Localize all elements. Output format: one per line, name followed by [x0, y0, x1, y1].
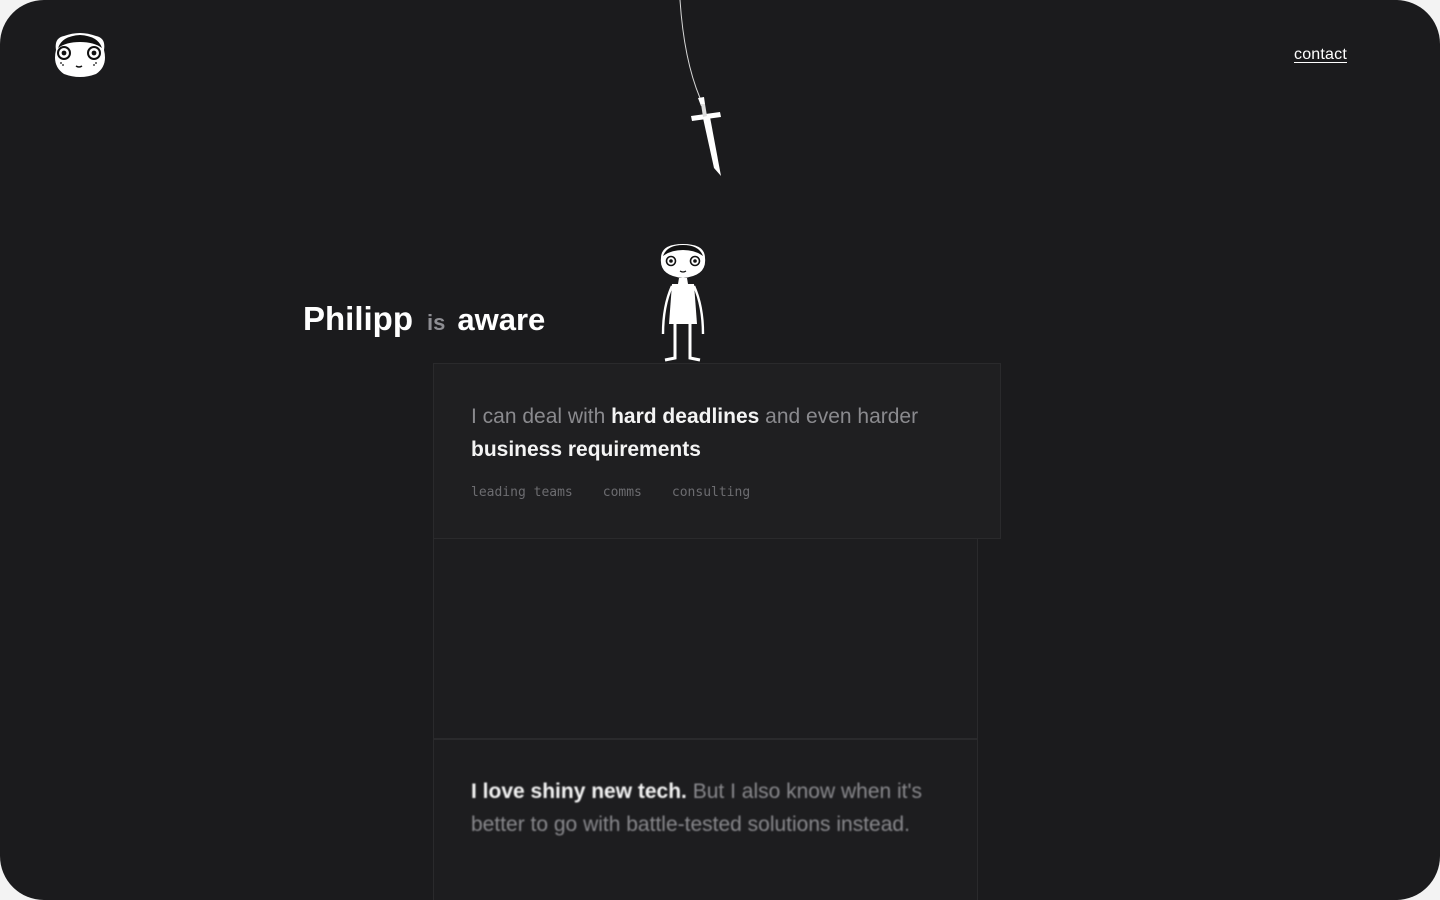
card-highlight: business requirements [471, 438, 701, 461]
card-highlight: I love shiny new tech. [471, 780, 687, 803]
hero-verb: is [427, 310, 446, 335]
card-text-segment: I can deal with [471, 405, 612, 428]
card-highlight: hard deadlines [611, 405, 760, 428]
character-figure-icon [655, 242, 711, 364]
card-tags [471, 890, 561, 900]
contact-link[interactable]: contact [1294, 46, 1347, 64]
skill-card-tech: I love shiny new tech. But I also know w… [433, 739, 978, 900]
hero-headline: Philipp is aware [303, 300, 545, 338]
page-frame: contact Philipp is aware I can deal with… [0, 0, 1440, 900]
card-statement: I can deal with hard deadlines and even … [471, 400, 941, 466]
card-statement: I love shiny new tech. But I also know w… [471, 775, 941, 841]
card-text-segment: and even harder [759, 405, 919, 428]
skill-card-empty [433, 539, 978, 739]
tag: consulting [671, 485, 751, 500]
sword-icon [650, 0, 750, 190]
hero-adjective: aware [457, 302, 546, 337]
skill-card-deadlines: I can deal with hard deadlines and even … [433, 363, 1001, 539]
tag: comms [602, 485, 642, 500]
cat-face-icon[interactable] [50, 32, 110, 80]
hero-name: Philipp [303, 300, 413, 337]
card-tags: leading teams comms consulting [471, 485, 780, 500]
tag: leading teams [471, 485, 573, 500]
